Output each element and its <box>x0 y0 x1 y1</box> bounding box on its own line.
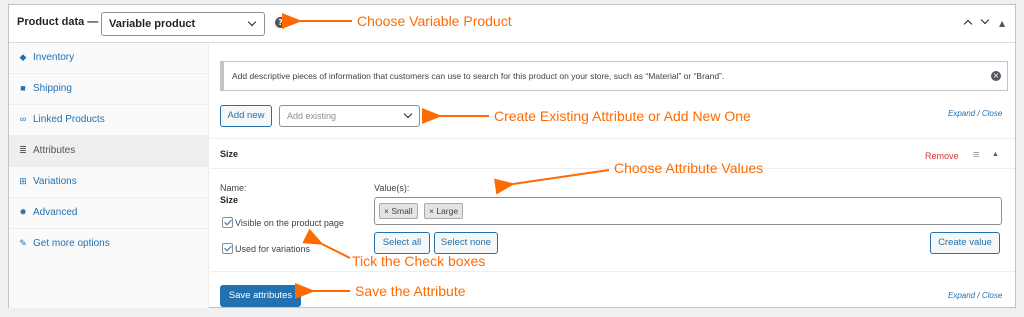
annotation-save-attribute: Save the Attribute <box>355 283 466 299</box>
annotation-tick-boxes: Tick the Check boxes <box>352 253 486 269</box>
annotation-choose-variable: Choose Variable Product <box>357 13 512 29</box>
annotation-choose-values: Choose Attribute Values <box>614 160 764 176</box>
annotation-create-existing: Create Existing Attribute or Add New One <box>494 108 751 124</box>
annotation-arrows <box>282 13 610 299</box>
